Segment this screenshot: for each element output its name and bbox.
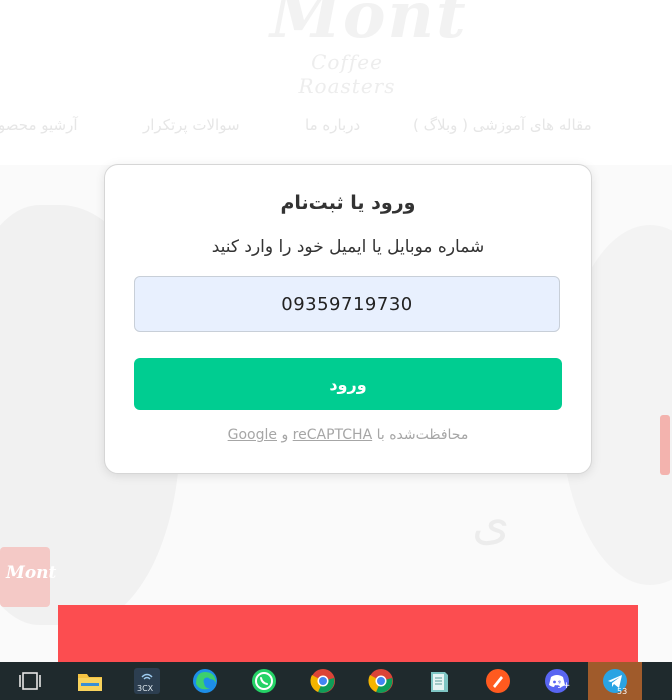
nav-item-about[interactable]: درباره ما [305, 116, 360, 144]
task-view-icon[interactable] [14, 665, 46, 697]
discord-icon[interactable]: 9+ [541, 665, 573, 697]
logo-tagline: Coffee Roasters [298, 50, 396, 98]
modal-title: ورود یا ثبت‌نام [280, 192, 416, 214]
login-modal: ورود یا ثبت‌نام شماره موبایل یا ایمیل خو… [104, 164, 592, 474]
notepad-icon[interactable] [423, 665, 455, 697]
3cx-icon[interactable]: 3CX [131, 665, 163, 697]
chrome-icon[interactable] [307, 665, 339, 697]
site-header: Mont Coffee Roasters مقاله های آموزشی ( … [0, 0, 672, 165]
modal-subtitle: شماره موبایل یا ایمیل خود را وارد کنید [211, 237, 485, 257]
telegram-badge: 53 [617, 687, 628, 696]
3cx-label: 3CX [137, 684, 154, 693]
whatsapp-icon[interactable] [248, 665, 280, 697]
chrome-icon[interactable] [365, 665, 397, 697]
discord-badge: 9+ [557, 681, 571, 691]
file-explorer-icon[interactable] [74, 665, 106, 697]
recaptcha-and: و [281, 427, 289, 443]
pen-app-icon[interactable] [482, 665, 514, 697]
telegram-icon[interactable]: 53 [599, 665, 631, 697]
google-link[interactable]: Google [228, 427, 277, 443]
nav-item-blog[interactable]: مقاله های آموزشی ( وبلاگ ) [413, 116, 592, 144]
nav-item-faq[interactable]: سوالات پرتکرار [143, 116, 240, 144]
taskbar: 3CX 9+ 53 [0, 662, 672, 700]
edge-icon[interactable] [189, 665, 221, 697]
recaptcha-prefix: محافظت‌شده با [376, 427, 469, 443]
login-submit-button[interactable]: ورود [134, 358, 562, 410]
product-package-label: Mont [6, 563, 57, 583]
hero-decoration [660, 415, 670, 475]
phone-email-input[interactable] [134, 276, 560, 332]
logo[interactable]: Mont [270, 0, 466, 53]
nav-item-archive[interactable]: آرشیو محصو [0, 116, 78, 144]
recaptcha-link[interactable]: reCAPTCHA [293, 427, 372, 443]
hero-calligraphy: ی [472, 495, 510, 551]
recaptcha-notice: محافظت‌شده با reCAPTCHA و Google [105, 427, 591, 443]
promo-banner [58, 605, 638, 665]
